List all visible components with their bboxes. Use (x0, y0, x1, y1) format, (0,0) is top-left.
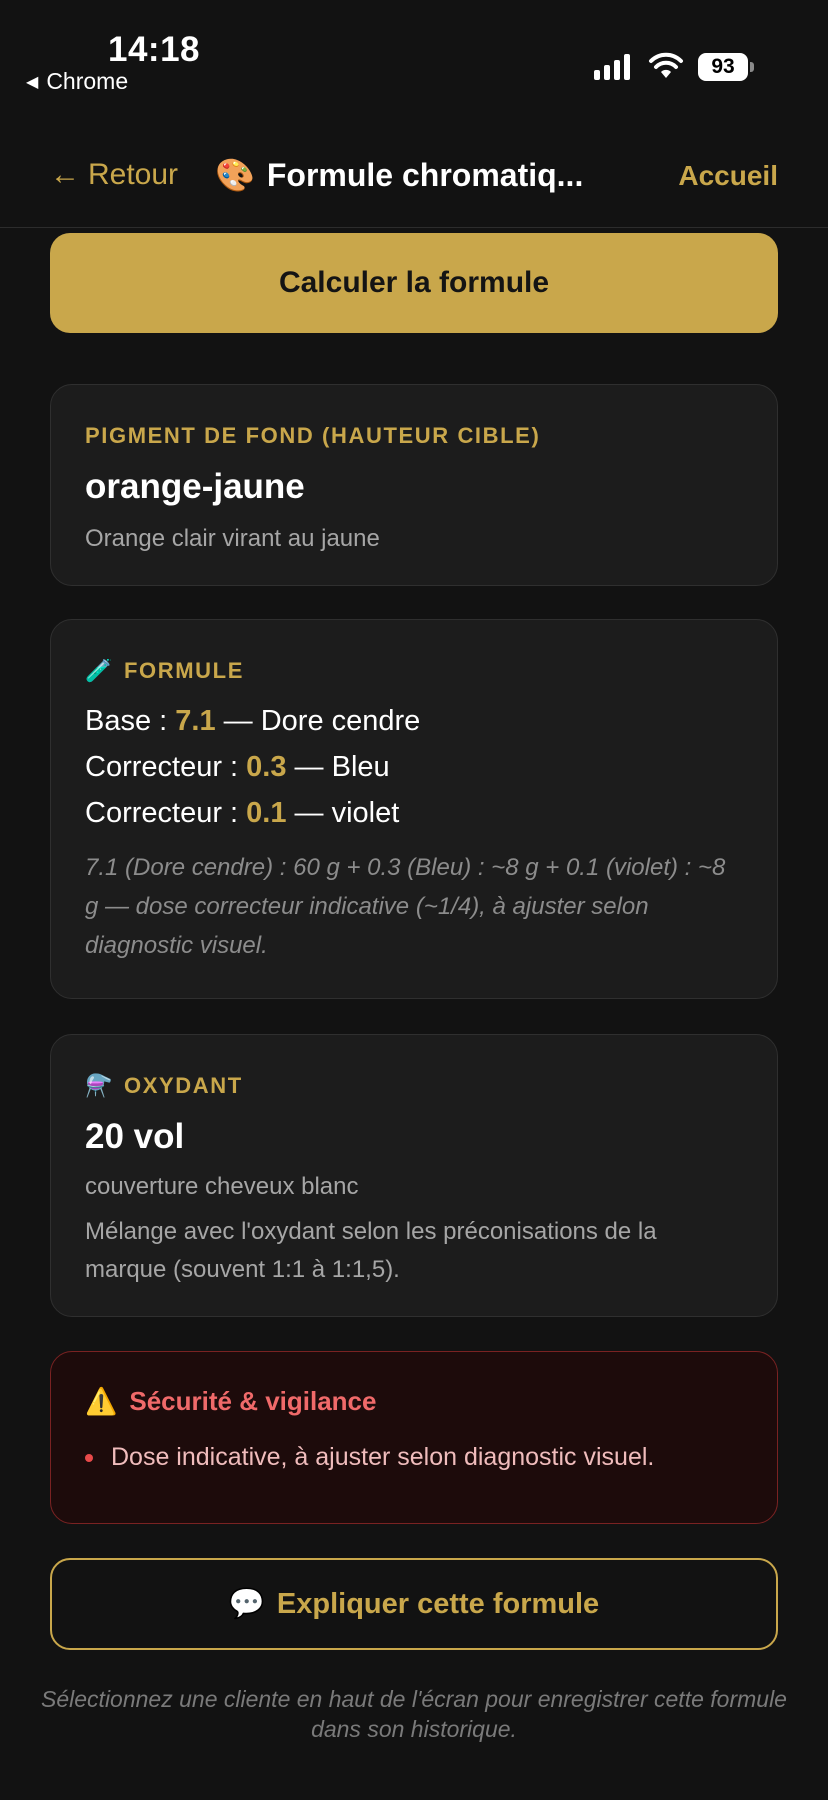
formula-line-corrector: Correcteur : 0.3 — Bleu (85, 744, 743, 790)
formula-label: FORMULE (124, 658, 244, 683)
warning-icon: ⚠️ (85, 1386, 118, 1416)
oxidant-card: ⚗️ OXYDANT 20 vol couverture cheveux bla… (50, 1034, 778, 1317)
nav-header: ← Retour 🎨 Formule chromatiq... Accueil (0, 140, 828, 228)
arrow-left-icon: ← (50, 158, 80, 191)
wifi-icon (649, 52, 683, 78)
safety-header: ⚠️ Sécurité & vigilance (85, 1386, 743, 1417)
formula-line-base: Base : 7.1 — Dore cendre (85, 698, 743, 744)
safety-title: Sécurité & vigilance (129, 1386, 377, 1416)
explain-formula-label: Expliquer cette formule (276, 1587, 600, 1620)
oxidant-value: 20 vol (85, 1117, 185, 1156)
home-link[interactable]: Accueil (678, 160, 778, 192)
list-item: Dose indicative, à ajuster selon diagnos… (85, 1443, 743, 1472)
formula-card: 🧪 FORMULE Base : 7.1 — Dore cendre Corre… (50, 619, 778, 999)
back-triangle-icon: ◀ (26, 73, 39, 91)
formula-line-value: 0.3 (246, 751, 287, 783)
pigment-card: PIGMENT DE FOND (HAUTEUR CIBLE) orange-j… (50, 384, 778, 586)
formula-line-corrector: Correcteur : 0.1 — violet (85, 790, 743, 836)
formula-line-value: 7.1 (175, 705, 216, 737)
page-title: 🎨 Formule chromatiq... (215, 156, 583, 194)
footer-note: Sélectionnez une cliente en haut de l'éc… (41, 1686, 787, 1742)
battery-level: 93 (711, 55, 735, 78)
safety-card: ⚠️ Sécurité & vigilance Dose indicative,… (50, 1351, 778, 1524)
formula-line-suffix: — violet (286, 797, 400, 829)
pigment-label: PIGMENT DE FOND (HAUTEUR CIBLE) (85, 423, 541, 448)
pigment-description: Orange clair virant au jaune (85, 525, 380, 552)
back-button[interactable]: ← Retour (50, 158, 178, 192)
formula-header: 🧪 FORMULE (85, 658, 743, 684)
flask-icon: ⚗️ (85, 1073, 114, 1098)
formula-note: 7.1 (Dore cendre) : 60 g + 0.3 (Bleu) : … (85, 854, 726, 959)
formula-line-value: 0.1 (246, 797, 287, 829)
back-button-label: Retour (88, 158, 179, 191)
status-time: 14:18 (108, 30, 201, 69)
calculate-formula-button[interactable]: Calculer la formule (50, 233, 778, 333)
safety-item-text: Dose indicative, à ajuster selon diagnos… (111, 1443, 655, 1471)
palette-icon: 🎨 (215, 157, 255, 193)
formula-lines: Base : 7.1 — Dore cendre Correcteur : 0.… (85, 698, 743, 836)
battery-icon: 93 (698, 53, 754, 81)
pigment-value: orange-jaune (85, 467, 305, 506)
oxidant-subtitle: couverture cheveux blanc (85, 1173, 359, 1200)
oxidant-label: OXYDANT (124, 1073, 243, 1098)
oxidant-header: ⚗️ OXYDANT (85, 1073, 743, 1099)
explain-formula-button[interactable]: 💬 Expliquer cette formule (50, 1558, 778, 1650)
formula-line-prefix: Correcteur : (85, 751, 247, 783)
status-bar: 14:18 ◀ Chrome 93 (0, 0, 828, 110)
screen: 14:18 ◀ Chrome 93 ← Retour 🎨 Formule chr… (0, 0, 828, 1800)
speech-bubble-icon: 💬 (228, 1588, 265, 1620)
formula-line-prefix: Correcteur : (85, 797, 247, 829)
back-to-app-link[interactable]: ◀ Chrome (26, 68, 128, 95)
formula-line-prefix: Base : (85, 705, 176, 737)
bullet-icon (85, 1453, 93, 1462)
oxidant-description: Mélange avec l'oxydant selon les préconi… (85, 1218, 657, 1283)
back-app-label: Chrome (46, 68, 129, 94)
page-title-text: Formule chromatiq... (266, 156, 584, 193)
formula-line-suffix: — Dore cendre (215, 705, 421, 737)
test-tube-icon: 🧪 (85, 658, 114, 683)
formula-line-suffix: — Bleu (286, 751, 390, 783)
cellular-signal-icon (594, 54, 630, 80)
